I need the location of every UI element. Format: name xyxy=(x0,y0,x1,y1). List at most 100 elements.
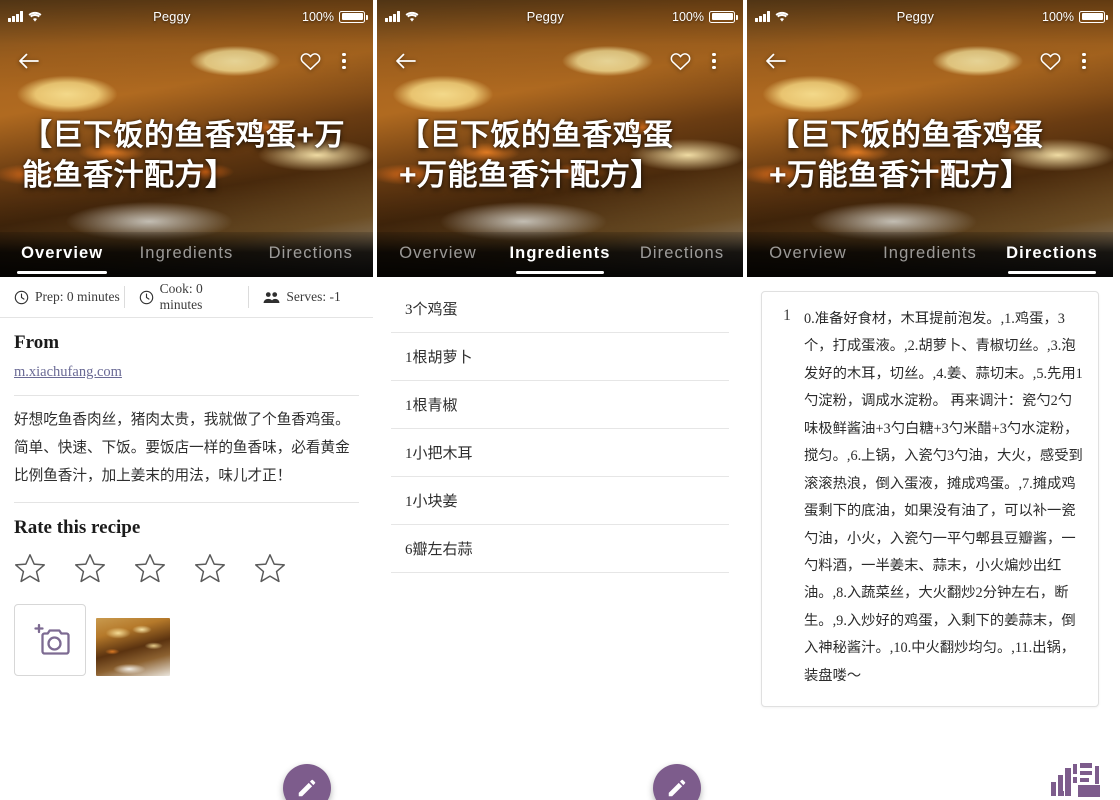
tab-directions[interactable]: Directions xyxy=(991,244,1113,274)
tab-ingredients-label: Ingredients xyxy=(139,244,234,262)
arrow-left-icon xyxy=(19,53,39,69)
favorite-button[interactable] xyxy=(1033,44,1067,78)
overflow-menu-button[interactable] xyxy=(697,44,731,78)
star-outline-icon[interactable] xyxy=(194,553,226,584)
favorite-button[interactable] xyxy=(293,44,327,78)
tab-directions[interactable]: Directions xyxy=(621,244,743,265)
screen-ingredients: Peggy 100% 【巨下饭的鱼香鸡蛋+万能鱼香汁配方】 Overview I… xyxy=(377,0,743,800)
more-vertical-icon xyxy=(712,53,716,69)
star-outline-icon[interactable] xyxy=(14,553,46,584)
tab-indicator xyxy=(1008,271,1096,274)
screen-directions: Peggy 100% 【巨下饭的鱼香鸡蛋+万能鱼香汁配方】 Overview I… xyxy=(747,0,1113,800)
star-outline-icon[interactable] xyxy=(74,553,106,584)
list-item[interactable]: 1根胡萝卜 xyxy=(391,333,729,381)
status-bar-left xyxy=(755,11,789,22)
battery-full-icon xyxy=(339,10,368,23)
tab-directions-label: Directions xyxy=(639,244,725,262)
recipe-hero-header: Peggy 100% 【巨下饭的鱼香鸡蛋+万能鱼香汁配方】 Overview I… xyxy=(0,0,373,277)
tab-bar: Overview Ingredients Directions xyxy=(747,232,1113,277)
directions-list: 1 0.准备好食材，木耳提前泡发。,1.鸡蛋，3个，打成蛋液。,2.胡萝卜、青椒… xyxy=(747,277,1113,721)
overflow-menu-button[interactable] xyxy=(327,44,361,78)
page-title: 【巨下饭的鱼香鸡蛋+万能鱼香汁配方】 xyxy=(22,119,346,192)
tab-overview[interactable]: Overview xyxy=(0,244,124,274)
tab-overview-label: Overview xyxy=(21,244,104,262)
overview-body: Prep: 0 minutes Cook: 0 minutes Serves: … xyxy=(0,277,373,677)
edit-recipe-fab[interactable] xyxy=(653,764,701,800)
section-divider xyxy=(14,502,359,504)
signal-bars-icon xyxy=(8,11,23,22)
page-title: 【巨下饭的鱼香鸡蛋+万能鱼香汁配方】 xyxy=(769,119,1044,192)
pencil-edit-icon xyxy=(298,779,316,797)
status-bar-username: Peggy xyxy=(896,9,934,24)
more-vertical-icon xyxy=(342,53,346,69)
list-item[interactable]: 1小把木耳 xyxy=(391,429,729,477)
tab-directions-label: Directions xyxy=(1006,244,1098,262)
meta-prep-label: Prep: 0 minutes xyxy=(35,289,120,304)
tab-ingredients[interactable]: Ingredients xyxy=(869,244,991,265)
rating-section: Rate this recipe xyxy=(0,517,373,539)
source-link[interactable]: m.xiachufang.com xyxy=(14,364,359,381)
tab-overview[interactable]: Overview xyxy=(747,244,869,265)
status-bar-left xyxy=(385,11,419,22)
battery-full-icon xyxy=(709,10,738,23)
glitch-artifact-graphic xyxy=(1049,760,1107,800)
battery-percent-label: 100% xyxy=(1042,9,1074,24)
battery-percent-label: 100% xyxy=(302,9,334,24)
status-bar-right: 100% xyxy=(302,9,368,24)
tab-overview[interactable]: Overview xyxy=(377,244,499,265)
screen-overview: Peggy 100% 【巨下饭的鱼香鸡蛋+万能鱼香汁配方】 Overview I… xyxy=(0,0,373,800)
list-item[interactable]: 1小块姜 xyxy=(391,477,729,525)
app-bar xyxy=(747,33,1113,89)
status-bar-left xyxy=(8,11,42,22)
add-photo-camera-icon xyxy=(34,623,70,655)
wifi-icon xyxy=(775,11,788,22)
overflow-menu-button[interactable] xyxy=(1067,44,1101,78)
star-outline-icon[interactable] xyxy=(134,553,166,584)
battery-percent-label: 100% xyxy=(672,9,704,24)
status-bar: Peggy 100% xyxy=(747,0,1113,33)
meta-serves: Serves: -1 xyxy=(248,286,373,308)
tab-overview-label: Overview xyxy=(399,244,477,262)
list-item[interactable]: 6瓣左右蒜 xyxy=(391,525,729,573)
tab-ingredients[interactable]: Ingredients xyxy=(499,244,621,274)
status-bar: Peggy 100% xyxy=(377,0,743,33)
meta-serves-label: Serves: -1 xyxy=(286,289,341,304)
arrow-left-icon xyxy=(396,53,416,69)
recipe-hero-header: Peggy 100% 【巨下饭的鱼香鸡蛋+万能鱼香汁配方】 Overview I… xyxy=(377,0,743,277)
clock-icon xyxy=(14,290,29,304)
tab-directions[interactable]: Directions xyxy=(249,244,373,265)
edit-recipe-fab[interactable] xyxy=(283,764,331,800)
signal-bars-icon xyxy=(385,11,400,22)
direction-step-card[interactable]: 1 0.准备好食材，木耳提前泡发。,1.鸡蛋，3个，打成蛋液。,2.胡萝卜、青椒… xyxy=(761,291,1099,708)
pencil-edit-icon xyxy=(668,779,686,797)
tab-ingredients[interactable]: Ingredients xyxy=(124,244,248,265)
recipe-photo-thumbnail[interactable] xyxy=(96,618,170,677)
phone-screens-row: Peggy 100% 【巨下饭的鱼香鸡蛋+万能鱼香汁配方】 Overview I… xyxy=(0,0,1120,800)
meta-cook: Cook: 0 minutes xyxy=(123,281,249,312)
status-bar-right: 100% xyxy=(672,9,738,24)
battery-full-icon xyxy=(1079,10,1108,23)
tab-ingredients-label: Ingredients xyxy=(883,244,977,262)
rate-heading: Rate this recipe xyxy=(14,517,141,539)
meta-prep: Prep: 0 minutes xyxy=(0,286,124,308)
favorite-button[interactable] xyxy=(663,44,697,78)
list-item[interactable]: 1根青椒 xyxy=(391,381,729,429)
page-title: 【巨下饭的鱼香鸡蛋+万能鱼香汁配方】 xyxy=(399,119,674,192)
list-item[interactable]: 3个鸡蛋 xyxy=(391,285,729,333)
back-button[interactable] xyxy=(759,44,793,78)
tab-ingredients-label: Ingredients xyxy=(509,244,611,262)
step-number: 1 xyxy=(783,307,791,324)
star-outline-icon[interactable] xyxy=(254,553,286,584)
app-bar xyxy=(377,33,743,89)
recipe-description: 好想吃鱼香肉丝，猪肉太贵，我就做了个鱼香鸡蛋。简单、快速、下饭。要饭店一样的鱼香… xyxy=(14,412,350,485)
back-button[interactable] xyxy=(389,44,423,78)
step-text: 0.准备好食材，木耳提前泡发。,1.鸡蛋，3个，打成蛋液。,2.胡萝卜、青椒切丝… xyxy=(804,311,1083,684)
ingredients-list: 3个鸡蛋 1根胡萝卜 1根青椒 1小把木耳 1小块姜 6瓣左右蒜 xyxy=(377,277,743,573)
back-button[interactable] xyxy=(12,44,46,78)
tab-bar: Overview Ingredients Directions xyxy=(0,232,373,277)
heart-outline-icon xyxy=(670,52,690,70)
wifi-icon xyxy=(405,11,418,22)
clock-icon xyxy=(139,290,153,304)
add-photo-button[interactable] xyxy=(14,604,86,677)
tab-overview-label: Overview xyxy=(769,244,847,262)
